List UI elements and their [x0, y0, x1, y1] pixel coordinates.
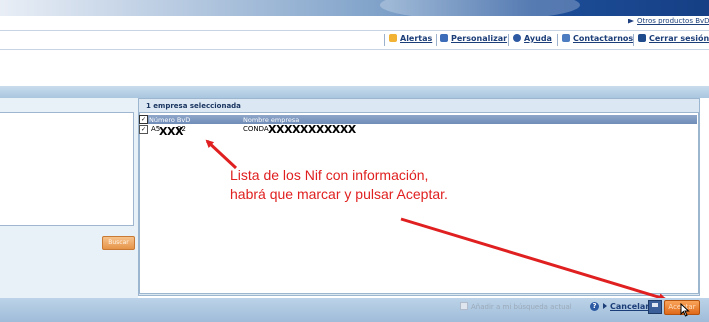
arrow-to-list — [205, 139, 238, 170]
cancel-label: Cancelar — [610, 302, 650, 311]
help-icon[interactable]: ? — [590, 302, 599, 311]
add-to-search-option[interactable]: Añadir a mi búsqueda actual — [460, 302, 572, 311]
add-to-search-checkbox[interactable] — [460, 302, 468, 310]
arrow-to-accept — [400, 217, 667, 302]
add-to-search-label: Añadir a mi búsqueda actual — [471, 303, 572, 311]
mouse-cursor-icon — [680, 303, 690, 317]
annotation-arrows — [205, 139, 667, 302]
arrow-right-icon — [603, 303, 607, 309]
save-icon[interactable] — [648, 300, 662, 314]
cancel-link[interactable]: Cancelar — [603, 302, 649, 311]
